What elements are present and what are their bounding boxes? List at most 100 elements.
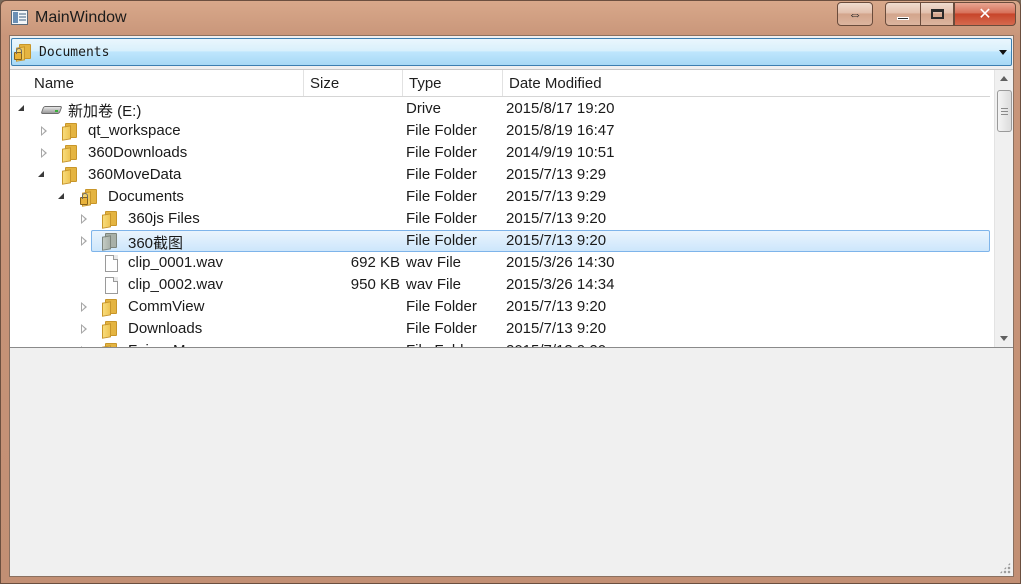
row-name: clip_0002.wav <box>128 276 224 293</box>
folder-icon <box>102 321 120 339</box>
resize-grip-icon[interactable] <box>999 562 1011 574</box>
tree-row[interactable]: 360MoveData File Folder 2015/7/13 9:29 <box>10 164 990 186</box>
row-name: Documents <box>108 188 184 205</box>
window-title: MainWindow <box>35 9 127 26</box>
client-area: Documents Name Size Type Date Modified 新… <box>9 35 1014 577</box>
row-type: wav File <box>406 254 462 271</box>
documents-lock-folder-icon <box>80 189 100 207</box>
row-size: 692 KB <box>350 254 400 271</box>
collapsed-arrow-icon[interactable] <box>81 214 87 224</box>
close-button[interactable]: ✕ <box>954 2 1016 26</box>
row-date-modified: 2015/7/13 9:29 <box>506 188 607 205</box>
row-name: 360截图 <box>128 235 184 252</box>
tree-row[interactable]: FeixunM... File Folder 2015/7/13 9:20 <box>10 340 990 347</box>
expanded-arrow-icon[interactable] <box>18 105 24 111</box>
row-type: File Folder <box>406 166 477 183</box>
horizontal-arrows-icon: ⇔ <box>848 6 862 22</box>
tree-row[interactable]: 360截图 File Folder 2015/7/13 9:20 <box>10 230 990 252</box>
row-type: File Folder <box>406 188 477 205</box>
tree-row[interactable]: 360Downloads File Folder 2014/9/19 10:51 <box>10 142 990 164</box>
file-icon <box>102 277 120 295</box>
row-type: Drive <box>406 100 442 117</box>
folder-icon <box>102 211 120 229</box>
row-date-modified: 2015/3/26 14:30 <box>506 254 615 271</box>
file-icon <box>102 255 120 273</box>
minimize-button[interactable] <box>885 2 921 26</box>
tree-row[interactable]: qt_workspace File Folder 2015/8/19 16:47 <box>10 120 990 142</box>
minimize-icon <box>897 16 909 20</box>
folder-icon <box>102 343 120 347</box>
row-date-modified: 2015/7/13 9:20 <box>506 210 607 227</box>
row-type: File Folder <box>406 122 477 139</box>
tree-row[interactable]: 新加卷 (E:) Drive 2015/8/17 19:20 <box>10 98 990 120</box>
row-date-modified: 2015/3/26 14:34 <box>506 276 615 293</box>
row-date-modified: 2015/7/13 9:29 <box>506 166 607 183</box>
row-type: File Folder <box>406 342 477 347</box>
row-date-modified: 2015/8/17 19:20 <box>506 100 615 117</box>
collapsed-arrow-icon[interactable] <box>81 302 87 312</box>
collapsed-arrow-icon[interactable] <box>81 346 87 347</box>
drive-icon <box>40 103 63 121</box>
main-window: MainWindow ⇔ ✕ Documents Name Size Type <box>0 0 1021 584</box>
row-date-modified: 2015/7/13 9:20 <box>506 232 607 249</box>
combobox-value: Documents <box>39 45 110 60</box>
row-name: Downloads <box>128 320 203 337</box>
row-date-modified: 2014/9/19 10:51 <box>506 144 615 161</box>
scroll-up-arrow-icon[interactable] <box>1000 76 1008 81</box>
row-name: CommView <box>128 298 205 315</box>
folder-icon <box>62 145 80 163</box>
row-type: wav File <box>406 276 462 293</box>
app-window-icon <box>11 10 28 25</box>
tree-row[interactable]: clip_0001.wav 692 KB wav File 2015/3/26 14:… <box>10 252 990 274</box>
scrollbar-thumb[interactable] <box>997 90 1012 132</box>
row-type: File Folder <box>406 232 477 249</box>
dropdown-arrow-icon[interactable] <box>999 50 1007 55</box>
collapsed-arrow-icon[interactable] <box>41 148 47 158</box>
row-name: clip_0001.wav <box>128 254 224 271</box>
tree-row[interactable]: clip_0002.wav 950 KB wav File 2015/3/26 14:… <box>10 274 990 296</box>
collapsed-arrow-icon[interactable] <box>81 236 87 246</box>
scroll-down-arrow-icon[interactable] <box>1000 336 1008 341</box>
row-name: 360js Files <box>128 210 200 227</box>
title-bar[interactable]: MainWindow ⇔ ✕ <box>1 1 1020 35</box>
tree-header: Name Size Type Date Modified <box>10 70 990 97</box>
row-name: FeixunM... <box>128 342 198 347</box>
tree-row[interactable]: CommView File Folder 2015/7/13 9:20 <box>10 296 990 318</box>
row-date-modified: 2015/7/13 9:20 <box>506 342 606 347</box>
row-date-modified: 2015/8/19 16:47 <box>506 122 615 139</box>
vertical-scrollbar[interactable] <box>994 70 1013 347</box>
folder-icon <box>62 167 80 185</box>
folder-icon <box>62 123 80 141</box>
tree-row[interactable]: 360js Files File Folder 2015/7/13 9:20 <box>10 208 990 230</box>
file-tree-view[interactable]: Name Size Type Date Modified 新加卷 (E:) Dri… <box>10 69 1013 348</box>
row-size: 950 KB <box>350 276 400 293</box>
folder-icon <box>102 299 120 317</box>
row-name: 360Downloads <box>88 144 188 161</box>
row-date-modified: 2015/7/13 9:20 <box>506 298 607 315</box>
row-type: File Folder <box>406 210 477 227</box>
row-date-modified: 2015/7/13 9:20 <box>506 320 607 337</box>
expanded-arrow-icon[interactable] <box>38 171 44 177</box>
row-name: 新加卷 (E:) <box>68 103 142 120</box>
row-type: File Folder <box>406 298 477 315</box>
tree-row[interactable]: Documents File Folder 2015/7/13 9:29 <box>10 186 990 208</box>
path-combobox[interactable]: Documents <box>11 38 1012 66</box>
column-header-date-modified[interactable]: Date Modified <box>502 70 990 96</box>
row-type: File Folder <box>406 144 477 161</box>
tree-row[interactable]: Downloads File Folder 2015/7/13 9:20 <box>10 318 990 340</box>
documents-lock-folder-icon <box>14 44 34 62</box>
column-header-name[interactable]: Name <box>28 70 304 96</box>
maximize-icon <box>930 9 944 19</box>
gray-folder-icon <box>102 233 120 251</box>
expanded-arrow-icon[interactable] <box>58 193 64 199</box>
row-type: File Folder <box>406 320 477 337</box>
resize-arrows-button[interactable]: ⇔ <box>837 2 873 26</box>
collapsed-arrow-icon[interactable] <box>41 126 47 136</box>
row-name: qt_workspace <box>88 122 181 139</box>
maximize-button[interactable] <box>920 2 954 26</box>
column-header-type[interactable]: Type <box>402 70 502 96</box>
collapsed-arrow-icon[interactable] <box>81 324 87 334</box>
column-header-size[interactable]: Size <box>303 70 402 96</box>
close-icon: ✕ <box>978 6 992 23</box>
row-name: 360MoveData <box>88 166 182 183</box>
